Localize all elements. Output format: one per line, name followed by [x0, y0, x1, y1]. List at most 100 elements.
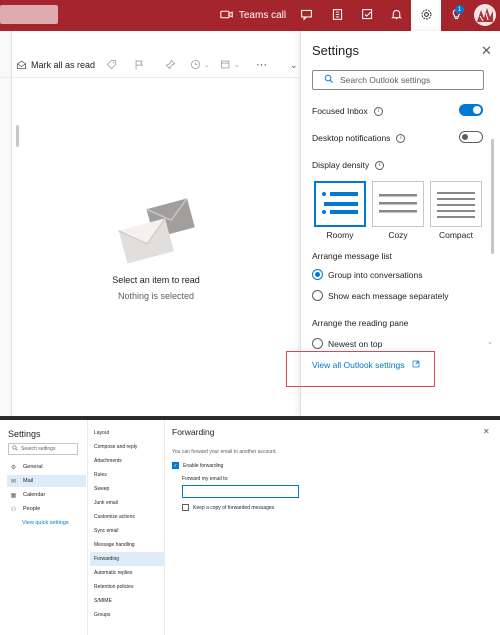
pin-button[interactable]: [165, 52, 176, 78]
scrollbar[interactable]: [16, 125, 19, 147]
density-roomy-option[interactable]: [314, 181, 366, 227]
mail-section-sync-email[interactable]: Sync email: [90, 524, 164, 538]
mail-section-junk-email[interactable]: Junk email: [90, 496, 164, 510]
enable-forwarding-label: Enable forwarding: [183, 462, 224, 469]
teams-call-label: Teams call: [238, 10, 287, 21]
info-icon[interactable]: i: [373, 106, 383, 116]
forwarding-description: You can forward your email to another ac…: [172, 449, 277, 455]
density-compact-option[interactable]: [430, 181, 482, 227]
view-quick-settings-link[interactable]: View quick settings: [22, 520, 69, 526]
group-conversations-option[interactable]: Group into conversations: [312, 269, 423, 280]
desktop-notifications-label: Desktop notifications: [312, 133, 391, 143]
pin-icon: [165, 59, 176, 72]
bell-icon: [390, 8, 403, 24]
chat-icon: [300, 8, 313, 24]
focused-inbox-label: Focused Inbox: [312, 106, 368, 116]
mail-section-automatic-replies[interactable]: Automatic replies: [90, 566, 164, 580]
people-icon: ⚇: [10, 506, 17, 513]
checklist-icon: [361, 8, 374, 24]
desktop-notifications-row: Desktop notifications i: [312, 133, 406, 143]
mail-section-retention-policies[interactable]: Retention policies: [90, 580, 164, 594]
forwarding-title: Forwarding: [172, 427, 215, 437]
chevron-down-icon[interactable]: ⌄: [290, 52, 298, 78]
radio-unselected[interactable]: [312, 338, 323, 349]
show-each-message-option[interactable]: Show each message separately: [312, 290, 449, 301]
nav-calendar[interactable]: ▦ Calendar: [7, 489, 86, 501]
notifications-button[interactable]: [386, 0, 406, 31]
chat-button[interactable]: [296, 0, 316, 31]
snooze-button[interactable]: ⌄: [190, 52, 210, 78]
newest-on-top-label: Newest on top: [328, 338, 383, 349]
nav-people-label: People: [23, 506, 41, 512]
mark-all-read-label: Mark all as read: [31, 60, 96, 70]
header-search-box[interactable]: [0, 5, 58, 24]
info-icon[interactable]: i: [396, 133, 406, 143]
mail-section-s-mime[interactable]: S/MIME: [90, 594, 164, 608]
forward-to-input[interactable]: [182, 485, 299, 498]
focused-inbox-row: Focused Inbox i: [312, 106, 383, 116]
settings-title: Settings: [312, 43, 359, 58]
settings-button[interactable]: [411, 0, 441, 31]
mail-section-sweep[interactable]: Sweep: [90, 482, 164, 496]
scrollbar[interactable]: [491, 139, 494, 254]
info-icon[interactable]: i: [375, 160, 385, 170]
chevron-down-icon: ⌄: [234, 62, 240, 69]
checkbox-checked[interactable]: ✓: [172, 462, 179, 469]
close-icon[interactable]: ✕: [481, 43, 492, 59]
scroll-down-icon[interactable]: ⌄: [487, 338, 493, 346]
radio-selected[interactable]: [312, 269, 323, 280]
mail-section-compose-and-reply[interactable]: Compose and reply: [90, 440, 164, 454]
mail-section-rules[interactable]: Rules: [90, 468, 164, 482]
close-icon[interactable]: ✕: [483, 427, 490, 436]
video-camera-icon: [220, 8, 233, 24]
nav-general-label: General: [23, 464, 43, 470]
tag-icon: [106, 59, 117, 72]
avatar[interactable]: [474, 4, 496, 26]
outlook-window: Teams call 1 Mark all as read ⌄ ⌄ ··· ⌄ …: [0, 0, 500, 420]
teams-call-button[interactable]: Teams call: [218, 0, 288, 31]
flag-button[interactable]: [134, 52, 145, 78]
settings-dialog-search[interactable]: Search settings: [8, 443, 78, 455]
folder-pane-edge: [0, 31, 12, 416]
display-density-row: Display density i: [312, 160, 385, 170]
desktop-notifications-toggle[interactable]: [459, 131, 483, 143]
enable-forwarding-checkbox[interactable]: ✓ Enable forwarding: [172, 462, 223, 469]
office-button[interactable]: [327, 0, 347, 31]
show-each-message-label: Show each message separately: [328, 290, 449, 301]
tag-button[interactable]: [106, 52, 117, 78]
focused-inbox-toggle[interactable]: [459, 104, 483, 116]
mail-section-forwarding[interactable]: Forwarding: [90, 552, 164, 566]
density-cozy-option[interactable]: [372, 181, 424, 227]
search-icon: [12, 445, 18, 453]
checkbox-unchecked[interactable]: [182, 504, 189, 511]
empty-state-subtitle: Nothing is selected: [117, 291, 195, 301]
more-actions-button[interactable]: ···: [256, 52, 267, 78]
settings-search-input[interactable]: Search Outlook settings: [312, 70, 484, 90]
envelopes-illustration: [116, 190, 196, 270]
mail-section-customize-actions[interactable]: Customize actions: [90, 510, 164, 524]
move-to-button[interactable]: ⌄: [220, 52, 240, 78]
keep-copy-checkbox[interactable]: Keep a copy of forwarded messages: [182, 504, 274, 511]
chevron-down-icon: ⌄: [204, 62, 210, 69]
nav-general[interactable]: ⚙ General: [7, 461, 86, 473]
reading-pane: Select an item to read Nothing is select…: [12, 78, 300, 416]
nav-people[interactable]: ⚇ People: [7, 503, 86, 515]
mark-all-read-button[interactable]: Mark all as read: [16, 52, 95, 78]
settings-dialog-title: Settings: [8, 429, 41, 439]
app-header: Teams call 1: [0, 0, 500, 31]
clock-icon: [190, 59, 201, 72]
mail-section-groups[interactable]: Groups: [90, 608, 164, 622]
nav-mail[interactable]: ✉ Mail: [7, 475, 86, 487]
mail-section-layout[interactable]: Layout: [90, 426, 164, 440]
mail-section-message-handling[interactable]: Message handling: [90, 538, 164, 552]
column-divider: [164, 420, 165, 635]
gear-icon: ⚙: [10, 464, 17, 471]
newest-on-top-option[interactable]: Newest on top: [312, 338, 382, 349]
radio-unselected[interactable]: [312, 290, 323, 301]
mail-section-attachments[interactable]: Attachments: [90, 454, 164, 468]
calendar-icon: ▦: [10, 492, 17, 499]
search-placeholder: Search settings: [21, 446, 56, 452]
my-day-button[interactable]: [357, 0, 377, 31]
reading-pane-label: Arrange the reading pane: [312, 318, 409, 328]
tips-button[interactable]: [444, 0, 468, 31]
